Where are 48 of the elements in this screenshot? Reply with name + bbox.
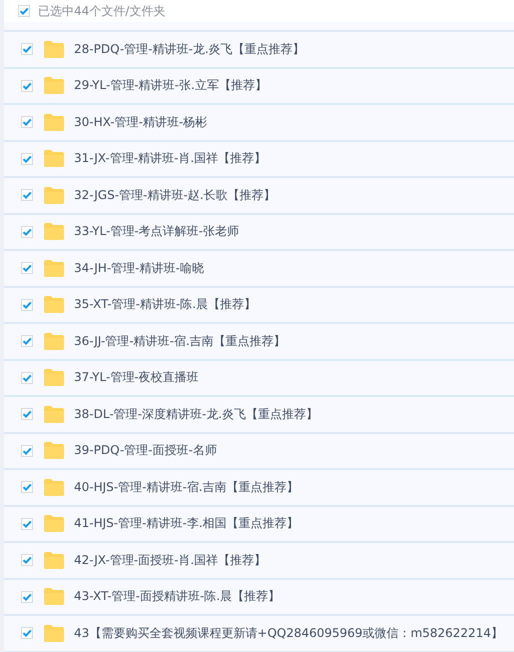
folder-icon bbox=[44, 77, 64, 94]
file-name[interactable]: 36-JJ-管理-精讲班-宿.吉南【重点推荐】 bbox=[74, 332, 286, 350]
folder-icon bbox=[44, 406, 64, 423]
checkbox[interactable] bbox=[21, 518, 33, 530]
checkbox[interactable] bbox=[21, 43, 33, 56]
file-name[interactable]: 37-YL-管理-夜校直播班 bbox=[74, 369, 199, 386]
folder-icon bbox=[44, 114, 64, 131]
file-name[interactable]: 42-JX-管理-面授班-肖.国祥【推荐】 bbox=[74, 552, 266, 569]
folder-icon bbox=[44, 515, 64, 532]
file-name[interactable]: 31-JX-管理-精讲班-肖.国祥【推荐】 bbox=[74, 150, 266, 168]
checkbox[interactable] bbox=[21, 335, 33, 348]
folder-icon bbox=[44, 442, 64, 460]
checkbox[interactable] bbox=[21, 408, 33, 420]
folder-icon bbox=[44, 150, 64, 168]
folder-icon bbox=[44, 624, 64, 642]
folder-icon bbox=[44, 40, 64, 58]
file-name[interactable]: 43-XT-管理-面授精讲班-陈.晨【推荐】 bbox=[74, 588, 280, 606]
checkbox[interactable] bbox=[21, 481, 33, 494]
checkbox[interactable] bbox=[21, 372, 33, 384]
folder-icon bbox=[44, 369, 64, 386]
checkbox[interactable] bbox=[21, 590, 33, 603]
checkbox[interactable] bbox=[21, 116, 33, 128]
file-name[interactable]: 35-XT-管理-精讲班-陈.晨【推荐】 bbox=[74, 296, 256, 314]
file-name[interactable]: 39-PDQ-管理-面授班-名师 bbox=[74, 442, 217, 460]
checkbox[interactable] bbox=[21, 554, 33, 566]
folder-icon bbox=[44, 552, 64, 569]
checkbox[interactable] bbox=[21, 152, 33, 165]
checkbox[interactable] bbox=[21, 627, 33, 640]
select-all-checkbox[interactable] bbox=[18, 5, 30, 17]
folder-icon bbox=[44, 260, 64, 277]
folder-icon bbox=[44, 186, 64, 204]
folder-icon bbox=[44, 588, 64, 606]
folder-icon bbox=[44, 223, 64, 240]
file-name[interactable]: 33-YL-管理-考点详解班-张老师 bbox=[74, 223, 239, 240]
checkbox[interactable] bbox=[21, 262, 33, 274]
selection-count: 已选中44个文件/文件夹 bbox=[38, 2, 166, 20]
file-name[interactable]: 30-HX-管理-精讲班-杨彬 bbox=[74, 114, 208, 131]
checkbox[interactable] bbox=[21, 444, 33, 457]
checkbox[interactable] bbox=[21, 226, 33, 238]
file-name[interactable]: 29-YL-管理-精讲班-张.立军【推荐】 bbox=[74, 77, 267, 94]
folder-icon bbox=[44, 296, 64, 314]
checkbox[interactable] bbox=[21, 80, 33, 92]
file-name[interactable]: 34-JH-管理-精讲班-喻晓 bbox=[74, 260, 204, 277]
checkbox[interactable] bbox=[21, 189, 33, 202]
checkbox[interactable] bbox=[21, 298, 33, 311]
folder-icon bbox=[44, 332, 64, 350]
folder-icon bbox=[44, 478, 64, 496]
file-name[interactable]: 32-JGS-管理-精讲班-赵.长歌【推荐】 bbox=[74, 186, 276, 204]
